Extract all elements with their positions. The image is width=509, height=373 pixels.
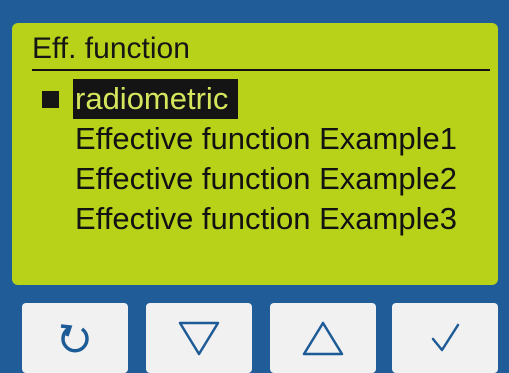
down-button[interactable] [146,303,252,373]
screen-title: Eff. function [32,32,190,65]
menu-item-example1[interactable]: Effective function Example1 [75,119,457,159]
check-icon [425,318,465,358]
triangle-down-icon [177,318,221,358]
undo-icon [55,318,95,358]
confirm-button[interactable] [392,303,498,373]
menu-item-example3[interactable]: Effective function Example3 [75,199,457,239]
menu-item-radiometric[interactable]: radiometric [73,79,239,119]
up-button[interactable] [270,303,376,373]
triangle-up-icon [301,318,345,358]
selection-marker [42,91,59,108]
title-divider [32,69,490,71]
back-button[interactable] [22,303,128,373]
lcd-screen: Eff. function radiometric Effective func… [12,23,498,285]
menu-item-example2[interactable]: Effective function Example2 [75,159,457,199]
